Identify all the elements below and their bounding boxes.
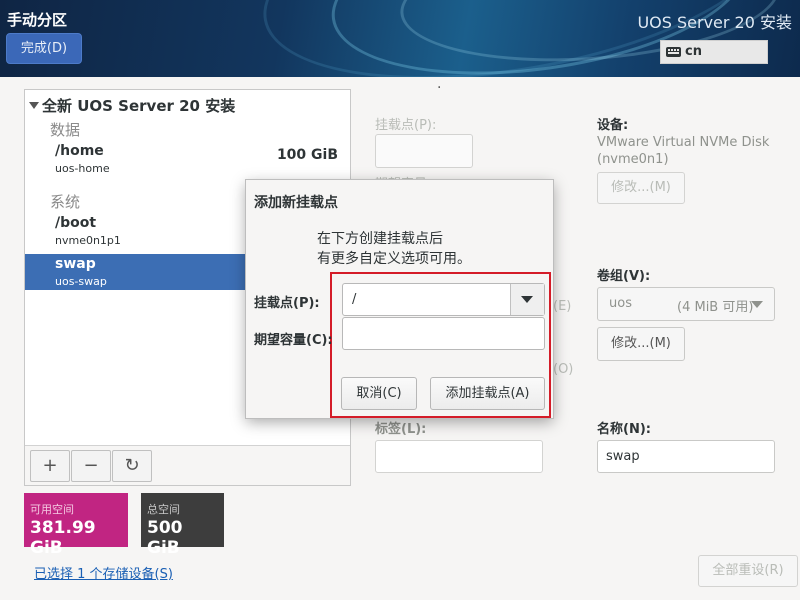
device-info-id: (nvme0n1) (597, 152, 669, 167)
keyboard-layout-label: cn (685, 44, 702, 59)
dialog-description-line: 有更多自定义选项可用。 (317, 251, 471, 267)
mount-point-field[interactable] (375, 134, 473, 168)
desired-capacity-label: 期望容量(C): (254, 333, 333, 348)
device-info-name: VMware Virtual NVMe Disk (597, 135, 770, 150)
mount-device: uos-home (55, 162, 110, 175)
mount-point-value: / (352, 292, 357, 307)
device-info: VMware Virtual NVMe Disk (nvme0n1) (597, 134, 769, 168)
total-space-label: 总空间 (147, 503, 180, 516)
cancel-button[interactable]: 取消(C) (341, 377, 417, 410)
refresh-button[interactable]: ↻ (112, 450, 152, 482)
reformat-partial: (O) (553, 362, 574, 377)
add-mount-point-button[interactable]: 添加挂载点(A) (430, 377, 545, 410)
volume-group-modify-button[interactable]: 修改...(M) (597, 327, 685, 361)
mount-name: /home (55, 143, 104, 159)
chevron-down-icon (521, 296, 533, 303)
group-label-system: 系统 (50, 193, 81, 211)
remove-mount-button[interactable]: − (71, 450, 111, 482)
header-bar: 手动分区 完成(D) UOS Server 20 安装 cn (0, 0, 800, 77)
dialog-description-line: 在下方创建挂载点后 (317, 231, 443, 247)
volume-group-select[interactable]: uos (4 MiB 可用) (597, 287, 775, 321)
name-input[interactable]: swap (597, 440, 775, 473)
tag-label: 标签(L): (375, 422, 427, 437)
desired-capacity-input[interactable] (342, 317, 545, 350)
device-label: 设备: (597, 118, 629, 133)
selected-storage-link[interactable]: 已选择 1 个存储设备(S) (34, 563, 173, 582)
mount-row-home[interactable]: /home uos-home 100 GiB (25, 141, 350, 177)
reset-all-button[interactable]: 全部重设(R) (698, 555, 798, 587)
total-space-value: 500 GiB (147, 518, 183, 558)
total-space-box: 总空间 500 GiB (141, 493, 224, 558)
mount-device: nvme0n1p1 (55, 234, 121, 247)
mount-name: /boot (55, 215, 97, 231)
page-title: 手动分区 (7, 11, 68, 29)
keyboard-layout-indicator[interactable]: cn (660, 40, 768, 64)
add-mount-button[interactable]: + (30, 450, 70, 482)
volume-group-free: (4 MiB 可用) (677, 300, 754, 315)
dot-marker: · (437, 80, 442, 96)
mount-point-label: 挂载点(P): (375, 118, 437, 133)
volume-group-name: uos (609, 296, 632, 311)
available-space-label: 可用空间 (30, 503, 74, 516)
tag-input[interactable] (375, 440, 543, 473)
available-space-box: 可用空间 381.99 GiB (24, 493, 128, 558)
encrypt-partial: (E) (553, 299, 572, 314)
dialog-description: 在下方创建挂载点后 有更多自定义选项可用。 (317, 229, 471, 269)
chevron-down-icon (751, 301, 763, 308)
installation-root-label: 全新 UOS Server 20 安装 (42, 97, 236, 115)
mount-point-dropdown-button[interactable] (510, 284, 544, 315)
mount-device: uos-swap (55, 275, 107, 288)
done-button[interactable]: 完成(D) (6, 33, 82, 64)
volume-group-label: 卷组(V): (597, 269, 651, 284)
expander-triangle-icon[interactable] (29, 102, 39, 109)
add-mount-point-dialog: 添加新挂载点 在下方创建挂载点后 有更多自定义选项可用。 挂载点(P): / 期… (246, 180, 553, 418)
mount-point-field-label: 挂载点(P): (254, 296, 320, 311)
product-title: UOS Server 20 安装 (637, 13, 792, 32)
device-modify-button[interactable]: 修改...(M) (597, 172, 685, 204)
available-space-value: 381.99 GiB (30, 518, 96, 558)
list-toolbar: + − ↻ (25, 445, 350, 485)
mount-point-combo[interactable]: / (342, 283, 545, 316)
mount-name: swap (55, 256, 96, 272)
dialog-title: 添加新挂载点 (254, 195, 338, 211)
name-label: 名称(N): (597, 422, 651, 437)
installation-root[interactable]: 全新 UOS Server 20 安装 (29, 95, 235, 116)
keyboard-icon (666, 47, 681, 57)
mount-size: 100 GiB (276, 147, 338, 163)
group-label-data: 数据 (50, 121, 81, 139)
